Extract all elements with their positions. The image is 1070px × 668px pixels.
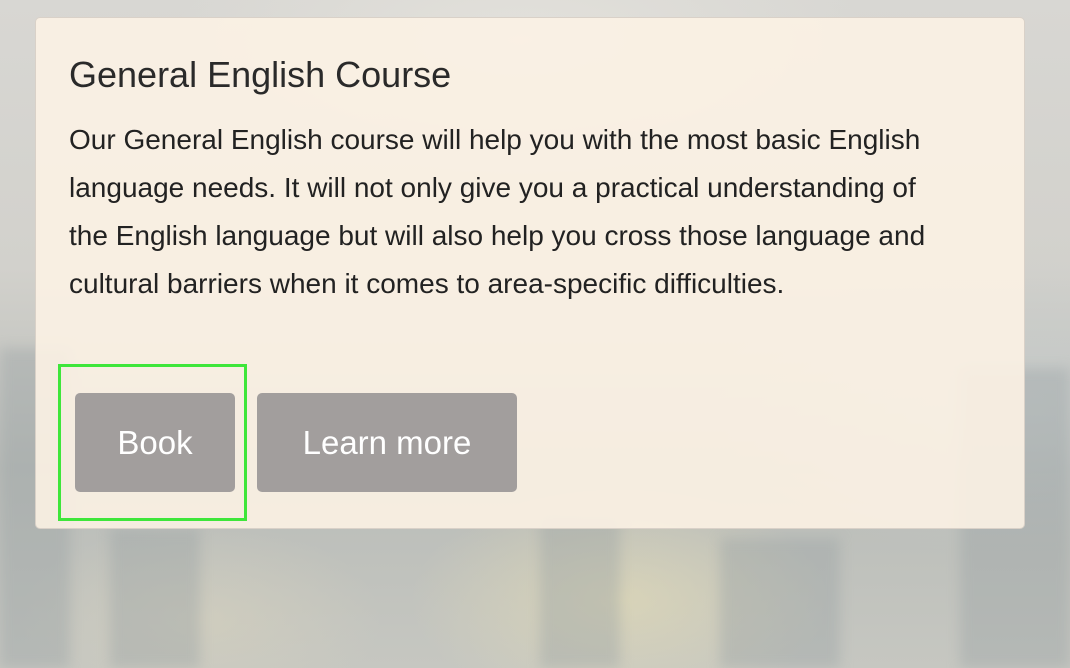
book-button[interactable]: Book: [75, 393, 235, 492]
course-description: Our General English course will help you…: [69, 124, 926, 299]
background-building: [540, 518, 620, 668]
learn-more-button[interactable]: Learn more: [257, 393, 517, 492]
course-card: General English Course Our General Engli…: [35, 17, 1025, 529]
course-title: General English Course: [69, 54, 452, 95]
background-building: [720, 538, 840, 668]
background-building: [110, 528, 200, 668]
